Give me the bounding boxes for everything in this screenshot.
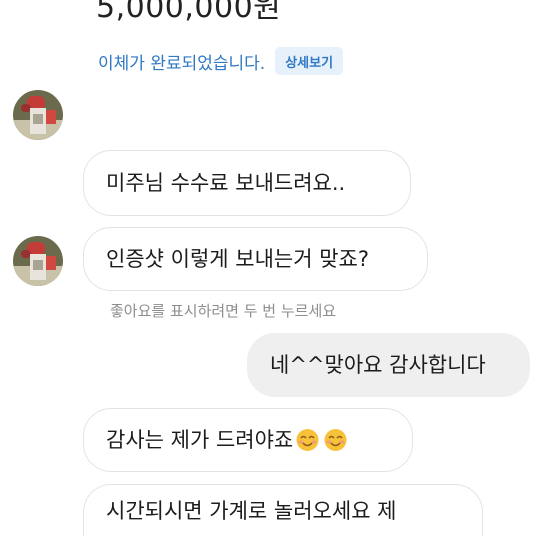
double-tap-like-hint: 좋아요를 표시하려면 두 번 누르세요 xyxy=(110,302,337,320)
message-bubble-incoming[interactable]: 미주님 수수료 보내드려요.. xyxy=(83,150,411,216)
message-bubble-outgoing[interactable]: 네^^맞아요 감사합니다 xyxy=(247,333,530,397)
message-bubble-incoming[interactable]: 인증샷 이렇게 보내는거 맞죠? xyxy=(83,227,428,291)
transfer-amount: 5,000,000원 xyxy=(96,0,282,25)
transfer-status-text: 이체가 완료되었습니다. xyxy=(98,53,266,74)
message-text: 미주님 수수료 보내드려요.. xyxy=(106,171,346,195)
message-text: 시간되시면 가계로 놀러오세요 제 xyxy=(106,499,397,523)
sender-avatar[interactable] xyxy=(13,90,63,140)
transfer-status-row: 이체가 완료되었습니다. 상세보기 xyxy=(98,46,344,76)
view-details-button[interactable]: 상세보기 xyxy=(275,47,344,75)
avatar-photo-icon xyxy=(13,236,63,286)
message-bubble-incoming[interactable]: 감사는 제가 드려야죠 xyxy=(83,408,413,472)
message-text: 네^^맞아요 감사합니다 xyxy=(270,353,486,377)
message-text: 인증샷 이렇게 보내는거 맞죠? xyxy=(106,247,370,271)
message-text: 감사는 제가 드려야죠 xyxy=(106,428,294,452)
smiling-face-emoji-icon xyxy=(296,429,319,451)
chat-screen: 5,000,000원 이체가 완료되었습니다. 상세보기 미주님 수수료 보내드… xyxy=(0,0,536,536)
smiling-face-emoji-icon xyxy=(324,429,347,451)
avatar-photo-icon xyxy=(13,90,63,140)
sender-avatar[interactable] xyxy=(13,236,63,286)
message-bubble-incoming[interactable]: 시간되시면 가계로 놀러오세요 제 xyxy=(83,484,483,536)
